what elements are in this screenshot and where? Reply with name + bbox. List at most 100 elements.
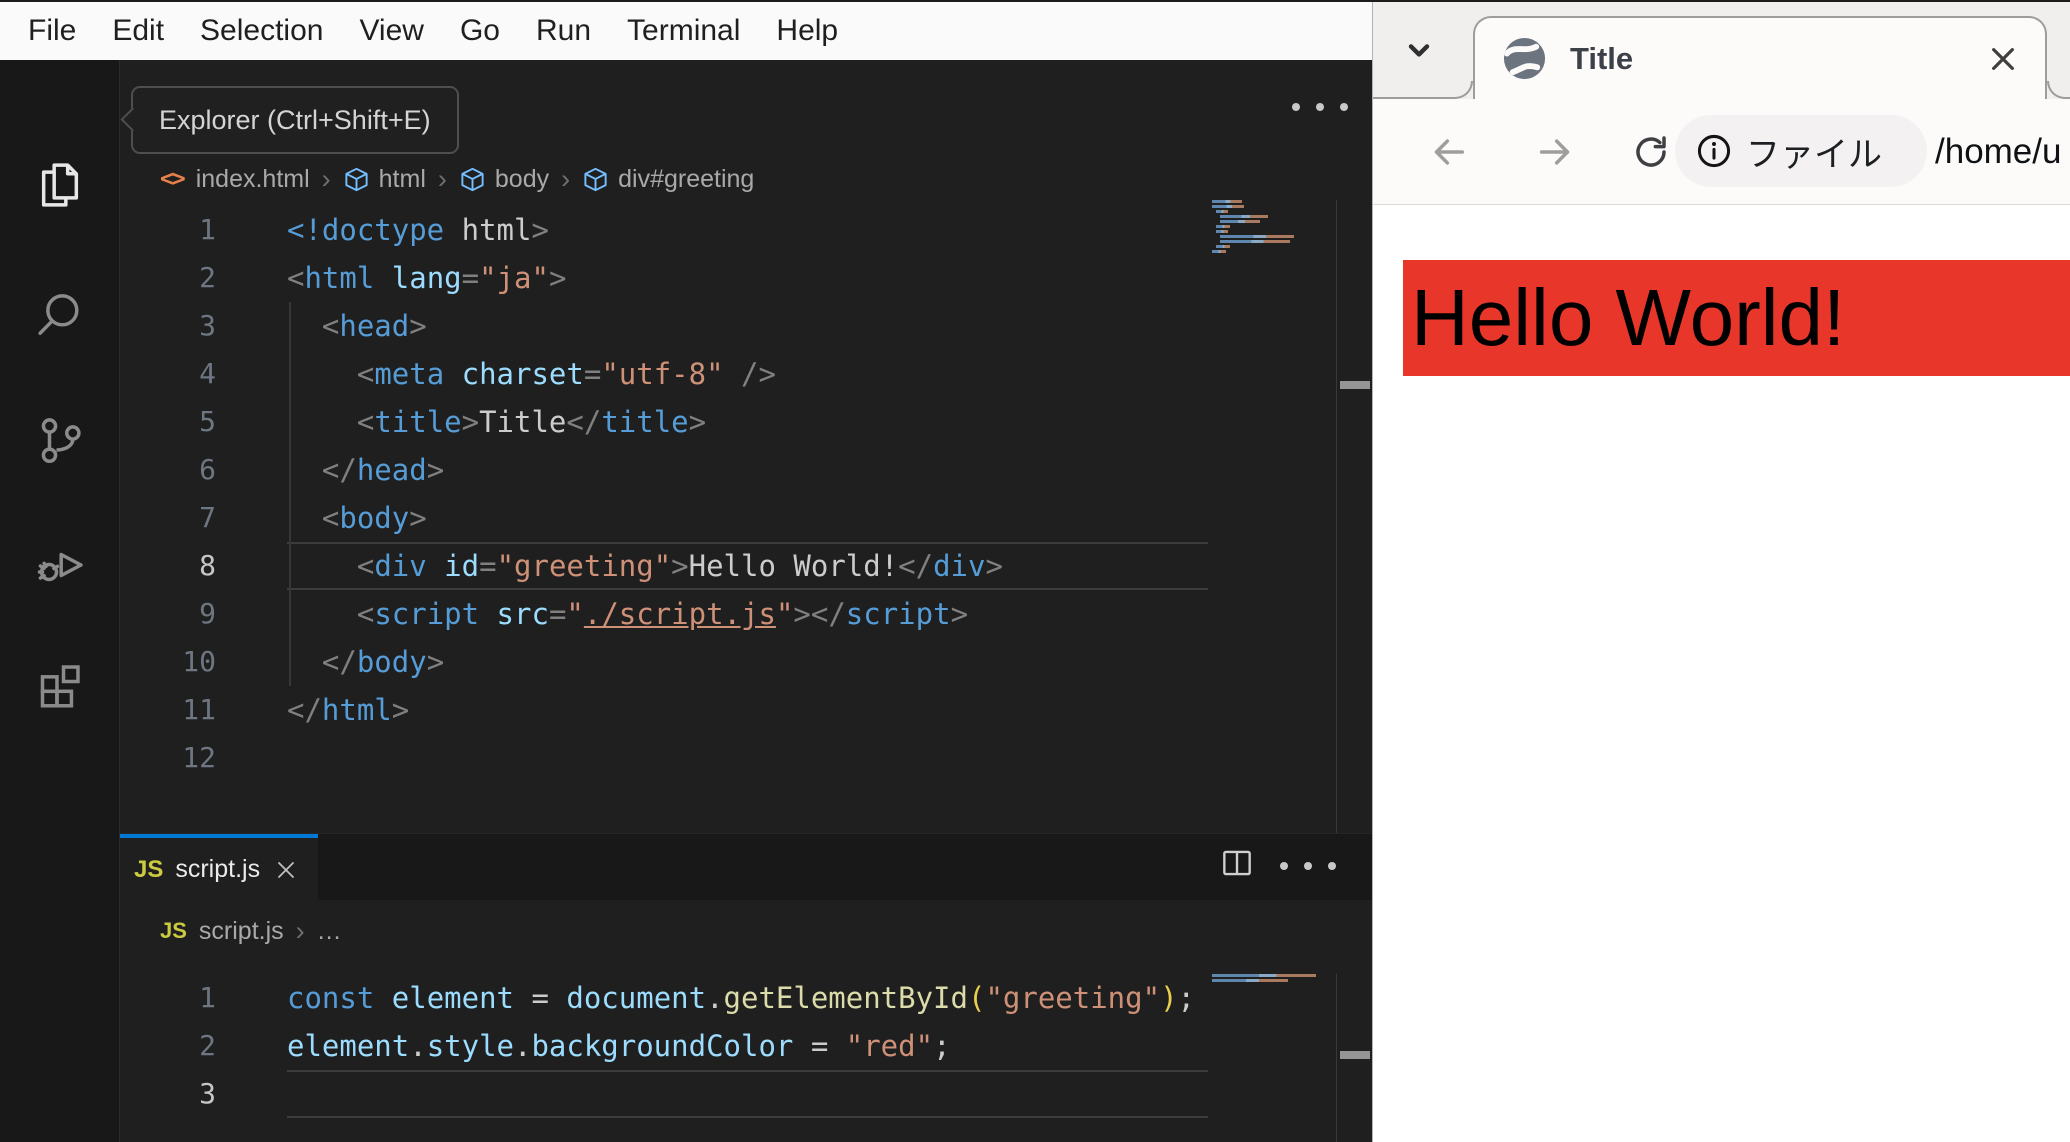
js-file-icon: JS xyxy=(160,918,187,943)
chip-label: ファイル xyxy=(1746,135,1882,174)
line-number: 11 xyxy=(182,693,216,726)
close-tab-icon[interactable] xyxy=(274,858,298,882)
site-info-chip[interactable]: ファイル xyxy=(1675,115,1927,187)
minimap[interactable] xyxy=(1212,200,1334,255)
menu-item-go[interactable]: Go xyxy=(442,14,518,48)
line-number: 8 xyxy=(199,549,216,582)
line-number: 2 xyxy=(199,261,216,294)
symbol-cube-icon xyxy=(582,166,609,193)
menu-item-help[interactable]: Help xyxy=(758,14,856,48)
overview-ruler-cursor-marker[interactable] xyxy=(1340,381,1370,389)
search-icon[interactable] xyxy=(32,287,88,343)
code-line[interactable]: 6 </head> xyxy=(120,446,1336,494)
browser-toolbar: ファイル /home/u xyxy=(1373,99,2070,205)
minimap-line xyxy=(1212,200,1242,203)
run-debug-icon[interactable] xyxy=(32,537,88,593)
indent-guide xyxy=(289,302,291,686)
menu-item-run[interactable]: Run xyxy=(518,14,609,48)
breadcrumb-more[interactable]: … xyxy=(317,917,342,946)
breadcrumb-separator: › xyxy=(321,163,331,194)
more-actions-icon[interactable] xyxy=(1280,861,1336,870)
code-line[interactable]: 9 <script src="./script.js"></script> xyxy=(120,590,1336,638)
activity-bar xyxy=(0,60,120,1142)
tab-label: script.js xyxy=(175,855,261,883)
breadcrumb-separator: › xyxy=(295,915,305,946)
code-line[interactable]: 1 <!doctype html> xyxy=(120,206,1336,254)
breadcrumb-file[interactable]: script.js xyxy=(199,917,284,946)
line-number: 4 xyxy=(199,357,216,390)
overview-ruler-border xyxy=(1336,974,1337,1142)
address-bar-url[interactable]: /home/u xyxy=(1935,99,2070,205)
breadcrumb[interactable]: <> index.html › html › body › div#greeting xyxy=(160,155,754,203)
minimap-line xyxy=(1212,250,1226,253)
line-number: 12 xyxy=(182,741,216,774)
tooltip-text: Explorer (Ctrl+Shift+E) xyxy=(159,104,431,135)
panel-breadcrumb[interactable]: JS script.js › … xyxy=(160,902,342,960)
back-arrow-icon[interactable] xyxy=(1429,132,1469,172)
line-number: 2 xyxy=(199,1029,216,1062)
line-number: 3 xyxy=(199,309,216,342)
browser-tab-strip: Title xyxy=(1373,2,2070,99)
code-line[interactable]: 11 </html> xyxy=(120,686,1336,734)
symbol-cube-icon xyxy=(343,166,370,193)
panel-tab-strip: JS script.js xyxy=(120,833,1372,901)
tab-search-chevron-icon[interactable] xyxy=(1395,26,1443,74)
overview-ruler-border xyxy=(1336,200,1337,833)
symbol-cube-icon xyxy=(459,166,486,193)
menu-item-view[interactable]: View xyxy=(341,14,441,48)
breadcrumb-node[interactable]: html xyxy=(379,165,426,194)
line-number: 5 xyxy=(199,405,216,438)
vscode-menu-bar: File Edit Selection View Go Run Terminal Help xyxy=(0,2,1372,60)
menu-item-selection[interactable]: Selection xyxy=(182,14,341,48)
minimap-line xyxy=(1216,225,1230,228)
split-editor-icon[interactable] xyxy=(1218,844,1256,887)
minimap-line xyxy=(1220,235,1294,238)
js-file-icon: JS xyxy=(134,855,164,883)
source-control-icon[interactable] xyxy=(32,412,88,468)
breadcrumb-file[interactable]: index.html xyxy=(196,165,310,194)
menu-item-edit[interactable]: Edit xyxy=(94,14,182,48)
code-line[interactable]: 3 <head> xyxy=(120,302,1336,350)
code-line[interactable]: 2 <html lang="ja"> xyxy=(120,254,1336,302)
info-icon xyxy=(1695,132,1733,170)
forward-arrow-icon[interactable] xyxy=(1535,132,1575,172)
breadcrumb-node[interactable]: body xyxy=(495,165,549,194)
page-heading: Hello World! xyxy=(1411,273,1846,362)
line-number: 3 xyxy=(199,1077,216,1110)
code-line[interactable]: 1 const element = document.getElementById… xyxy=(120,974,1336,1022)
code-line[interactable]: 10 </body> xyxy=(120,638,1336,686)
tab-title: Title xyxy=(1570,40,1634,76)
minimap-line xyxy=(1220,220,1260,223)
breadcrumb-node[interactable]: div#greeting xyxy=(618,165,754,194)
current-line-highlight xyxy=(287,1070,1208,1118)
minimap-line xyxy=(1212,974,1316,977)
line-number: 7 xyxy=(199,501,216,534)
line-number: 1 xyxy=(199,981,216,1014)
browser-tab[interactable]: Title xyxy=(1455,16,2065,99)
minimap-line xyxy=(1212,205,1244,208)
menu-item-file[interactable]: File xyxy=(10,14,94,48)
menu-item-terminal[interactable]: Terminal xyxy=(609,14,758,48)
code-line[interactable]: 12 xyxy=(120,734,1336,782)
current-line-highlight xyxy=(287,542,1208,590)
window-top-edge xyxy=(0,0,2070,2)
code-line[interactable]: 7 <body> xyxy=(120,494,1336,542)
line-number: 10 xyxy=(182,645,216,678)
tab-script-js[interactable]: JS script.js xyxy=(120,834,318,901)
explorer-icon[interactable] xyxy=(32,157,88,213)
panel-actions xyxy=(1218,834,1336,897)
breadcrumb-separator: › xyxy=(561,163,571,194)
code-line[interactable]: 4 <meta charset="utf-8" /> xyxy=(120,350,1336,398)
minimap[interactable] xyxy=(1212,974,1334,984)
reload-icon[interactable] xyxy=(1631,132,1671,172)
editor-more-actions-icon[interactable] xyxy=(1292,103,1348,111)
code-line[interactable]: 5 <title>Title</title> xyxy=(120,398,1336,446)
minimap-line xyxy=(1216,245,1230,248)
extensions-icon[interactable] xyxy=(32,657,88,713)
overview-ruler-cursor-marker[interactable] xyxy=(1340,1051,1370,1059)
close-tab-icon[interactable] xyxy=(1987,43,2019,75)
minimap-line xyxy=(1220,240,1290,243)
code-line[interactable]: 2 element.style.backgroundColor = "red"; xyxy=(120,1022,1336,1070)
minimap-line xyxy=(1216,210,1228,213)
code-editor-html[interactable]: 1 <!doctype html> 2 <html lang="ja"> 3 <head… xyxy=(120,206,1336,833)
